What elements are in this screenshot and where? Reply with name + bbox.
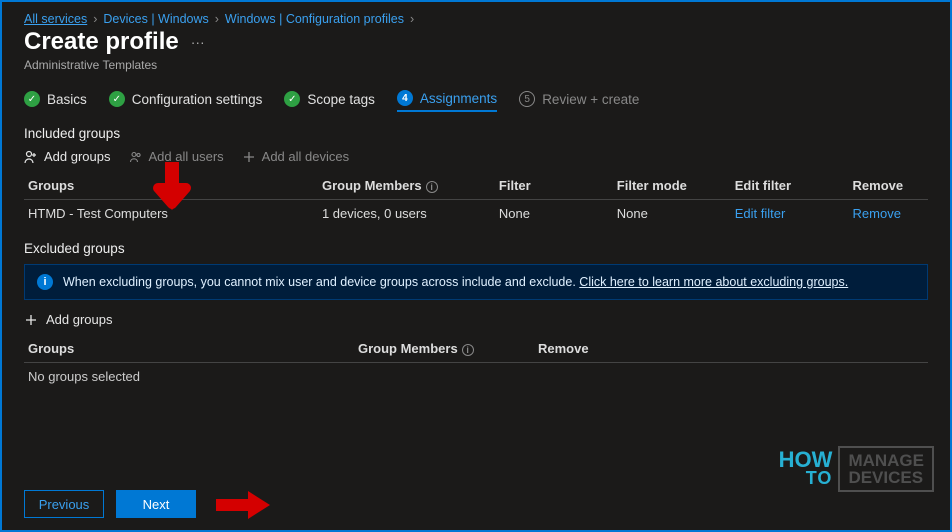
check-icon: ✓ xyxy=(24,91,40,107)
page-title: Create profile xyxy=(24,28,179,56)
included-groups-heading: Included groups xyxy=(24,126,928,141)
plus-icon xyxy=(242,150,256,164)
tab-label: Scope tags xyxy=(307,92,375,107)
toolbar-label: Add all users xyxy=(149,149,224,164)
next-button[interactable]: Next xyxy=(116,490,196,518)
cell-members: 1 devices, 0 users xyxy=(318,200,495,228)
banner-text: When excluding groups, you cannot mix us… xyxy=(63,275,576,289)
check-icon: ✓ xyxy=(109,91,125,107)
col-filter[interactable]: Filter xyxy=(495,172,613,200)
excluded-groups-heading: Excluded groups xyxy=(24,241,928,256)
info-icon[interactable]: i xyxy=(462,344,474,356)
included-groups-table: Groups Group Membersi Filter Filter mode… xyxy=(24,172,928,227)
col-groups[interactable]: Groups xyxy=(24,335,354,363)
cell-filter-mode: None xyxy=(613,200,731,228)
chevron-right-icon: › xyxy=(93,12,97,26)
check-icon: ✓ xyxy=(284,91,300,107)
col-filter-mode[interactable]: Filter mode xyxy=(613,172,731,200)
breadcrumb: All services › Devices | Windows › Windo… xyxy=(24,12,928,26)
tab-label: Basics xyxy=(47,92,87,107)
col-remove[interactable]: Remove xyxy=(534,335,928,363)
col-remove[interactable]: Remove xyxy=(849,172,928,200)
plus-icon xyxy=(24,313,38,327)
cell-group-name: HTMD - Test Computers xyxy=(24,200,318,228)
col-edit-filter[interactable]: Edit filter xyxy=(731,172,849,200)
tab-review-create: 5 Review + create xyxy=(519,91,639,111)
breadcrumb-config-profiles[interactable]: Windows | Configuration profiles xyxy=(225,12,404,26)
remove-link[interactable]: Remove xyxy=(853,206,901,221)
included-toolbar: Add groups Add all users Add all devices xyxy=(24,149,928,164)
learn-more-link[interactable]: Click here to learn more about excluding… xyxy=(579,275,848,289)
info-icon[interactable]: i xyxy=(426,181,438,193)
step-number-icon: 5 xyxy=(519,91,535,107)
more-actions-icon[interactable]: ··· xyxy=(191,34,205,50)
col-members[interactable]: Group Membersi xyxy=(354,335,534,363)
toolbar-label: Add all devices xyxy=(262,149,349,164)
annotation-arrow-right-icon xyxy=(214,488,274,522)
table-row: HTMD - Test Computers 1 devices, 0 users… xyxy=(24,200,928,228)
chevron-right-icon: › xyxy=(215,12,219,26)
tab-label: Configuration settings xyxy=(132,92,263,107)
people-icon xyxy=(129,150,143,164)
add-all-users-button[interactable]: Add all users xyxy=(129,149,224,164)
edit-filter-link[interactable]: Edit filter xyxy=(735,206,786,221)
watermark-logo: HOWTO MANAGEDEVICES xyxy=(779,446,934,492)
cell-filter: None xyxy=(495,200,613,228)
add-all-devices-button[interactable]: Add all devices xyxy=(242,149,349,164)
add-person-icon xyxy=(24,150,38,164)
col-members[interactable]: Group Membersi xyxy=(318,172,495,200)
chevron-right-icon: › xyxy=(410,12,414,26)
excluded-info-banner: i When excluding groups, you cannot mix … xyxy=(24,264,928,300)
tab-label: Assignments xyxy=(420,91,497,106)
breadcrumb-devices[interactable]: Devices | Windows xyxy=(103,12,208,26)
tab-scope-tags[interactable]: ✓ Scope tags xyxy=(284,91,375,111)
add-groups-button[interactable]: Add groups xyxy=(24,149,111,164)
step-number-icon: 4 xyxy=(397,90,413,106)
tab-basics[interactable]: ✓ Basics xyxy=(24,91,87,111)
empty-state: No groups selected xyxy=(24,363,928,391)
tab-assignments[interactable]: 4 Assignments xyxy=(397,90,497,112)
previous-button[interactable]: Previous xyxy=(24,490,104,518)
tab-config-settings[interactable]: ✓ Configuration settings xyxy=(109,91,263,111)
page-subtitle: Administrative Templates xyxy=(24,58,928,72)
wizard-tabs: ✓ Basics ✓ Configuration settings ✓ Scop… xyxy=(24,90,928,112)
info-icon: i xyxy=(37,274,53,290)
breadcrumb-all-services[interactable]: All services xyxy=(24,12,87,26)
add-excluded-groups-button[interactable]: Add groups xyxy=(24,312,928,327)
excluded-groups-table: Groups Group Membersi Remove No groups s… xyxy=(24,335,928,390)
toolbar-label: Add groups xyxy=(44,149,111,164)
col-groups[interactable]: Groups xyxy=(24,172,318,200)
toolbar-label: Add groups xyxy=(46,312,113,327)
tab-label: Review + create xyxy=(542,92,639,107)
wizard-footer: Previous Next xyxy=(24,490,196,518)
